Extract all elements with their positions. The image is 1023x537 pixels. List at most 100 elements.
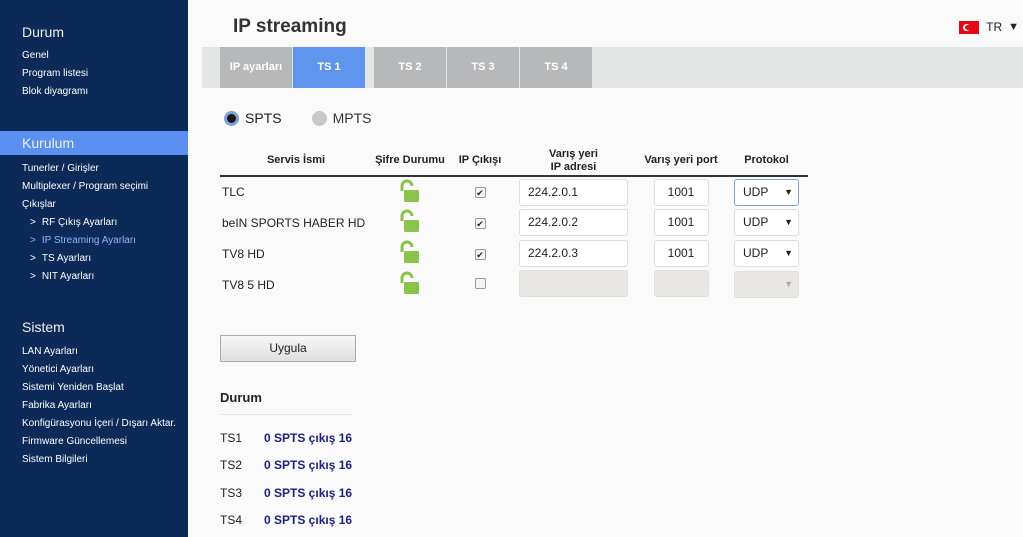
dst-ip-cell: 224.2.0.1 [510, 176, 637, 207]
ip-output-checkbox[interactable]: ✔ [474, 248, 486, 260]
sidebar-item-yeniden-baslat[interactable]: Sistemi Yeniden Başlat [0, 379, 188, 397]
service-name: TV8 5 HD [222, 277, 275, 292]
col-header-dst-ip-line2: IP adresi [550, 160, 597, 173]
radio-unselected-icon [311, 110, 327, 126]
sidebar-item-konfigurasyon[interactable]: Konfigürasyonu İçeri / Dışarı Aktar. [0, 415, 188, 433]
dst-ip-input[interactable] [519, 269, 628, 297]
table-row: beIN SPORTS HABER HD ✔ 224.2.0.2 1001 UDP ▼ [220, 207, 808, 238]
sidebar-item-cikislar[interactable]: Çıkışlar [0, 196, 188, 214]
sidebar-item-label: IP Streaming Ayarları [41, 235, 136, 246]
ip-output-cell: ✔ [450, 238, 510, 269]
protocol-cell: UDP ▼ [725, 207, 808, 238]
sidebar-item-blok-diyagrami[interactable]: Blok diyagramı [0, 83, 188, 101]
caret-down-icon: ▼ [784, 279, 793, 289]
status-row: TS4 0 SPTS çıkış 16 [220, 513, 352, 527]
sidebar-section-durum: Durum Genel Program listesi Blok diyagra… [0, 20, 188, 101]
sidebar-item-lan[interactable]: LAN Ayarları [0, 343, 188, 361]
ip-output-checkbox[interactable]: ✔ [474, 187, 486, 198]
status-ts-label: TS4 [220, 512, 243, 527]
protocol-value: UDP [743, 184, 769, 199]
sidebar-item-nit-ayarlari[interactable]: > NIT Ayarları [0, 268, 188, 286]
ip-output-checkbox[interactable] [474, 277, 486, 289]
table-row: TV8 5 HD ▼ [220, 269, 808, 300]
protocol-select[interactable]: UDP ▼ [734, 209, 799, 236]
sidebar-item-program-listesi[interactable]: Program listesi [0, 65, 188, 83]
dst-ip-cell: 224.2.0.3 [510, 238, 637, 269]
unlocked-icon [370, 238, 450, 269]
chevron-right-icon: > [30, 271, 36, 282]
sidebar-item-sistem-bilgileri[interactable]: Sistem Bilgileri [0, 451, 188, 469]
ip-output-checkbox[interactable]: ✔ [474, 217, 486, 229]
sidebar-heading-kurulum[interactable]: Kurulum [0, 131, 188, 155]
status-row: TS2 0 SPTS çıkış 16 [220, 458, 352, 472]
sidebar-heading-sistem[interactable]: Sistem [0, 315, 188, 339]
chevron-right-icon: > [30, 217, 36, 228]
tab-ts1[interactable]: TS 1 [293, 47, 365, 88]
stream-mode-group: SPTS MPTS [224, 110, 401, 126]
language-selector[interactable]: TR ▼ [959, 20, 1019, 34]
sidebar-item-label: RF Çıkış Ayarları [41, 217, 118, 228]
protocol-select[interactable]: UDP ▼ [734, 240, 799, 267]
tab-ts3[interactable]: TS 3 [447, 47, 519, 88]
tab-ip-ayarlari[interactable]: IP ayarları [220, 47, 292, 88]
status-ts-value: 0 SPTS çıkış 16 [264, 512, 353, 527]
protocol-select[interactable]: UDP ▼ [734, 178, 799, 206]
table-header-row: Servis İsmi Şifre Durumu IP Çıkışı Varış… [220, 146, 808, 177]
dst-port-input[interactable] [653, 269, 709, 297]
sidebar-item-tunerler[interactable]: Tunerler / Girişler [0, 160, 188, 178]
sidebar-item-label: TS Ayarları [41, 253, 92, 264]
status-ts-value: 0 SPTS çıkış 16 [264, 431, 353, 445]
sidebar-item-ip-streaming[interactable]: > IP Streaming Ayarları [0, 232, 188, 250]
col-header-ip-output: IP Çıkışı [450, 146, 510, 177]
radio-selected-icon [224, 110, 239, 126]
sidebar-item-ts-ayarlari[interactable]: > TS Ayarları [0, 250, 188, 268]
col-header-dst-ip: Varış yeri IP adresi [510, 146, 637, 177]
status-divider [220, 414, 352, 415]
table-row: TLC ✔ 224.2.0.1 1001 UDP ▼ [220, 176, 808, 207]
protocol-cell: ▼ [725, 269, 808, 300]
unlocked-icon [370, 269, 450, 300]
radio-mpts[interactable]: MPTS [311, 110, 371, 126]
service-table: Servis İsmi Şifre Durumu IP Çıkışı Varış… [220, 146, 808, 300]
dst-port-cell: 1001 [637, 176, 725, 207]
sidebar-item-genel[interactable]: Genel [0, 47, 188, 65]
protocol-cell: UDP ▼ [725, 238, 808, 269]
sidebar-item-rf-cikis[interactable]: > RF Çıkış Ayarları [0, 214, 188, 232]
status-ts-value: 0 SPTS çıkış 16 [264, 458, 353, 473]
sidebar-item-firmware[interactable]: Firmware Güncellemesi [0, 433, 188, 451]
dst-ip-input[interactable]: 224.2.0.3 [519, 240, 628, 267]
status-ts-label: TS1 [220, 431, 243, 445]
apply-button[interactable]: Uygula [220, 335, 356, 362]
status-ts-value: 0 SPTS çıkış 16 [264, 485, 353, 500]
turkey-flag-icon [959, 20, 980, 34]
service-name: beIN SPORTS HABER HD [222, 215, 366, 230]
dst-ip-input[interactable]: 224.2.0.1 [519, 178, 628, 206]
sidebar-item-yonetici[interactable]: Yönetici Ayarları [0, 361, 188, 379]
sidebar: Durum Genel Program listesi Blok diyagra… [0, 0, 188, 537]
status-ts-label: TS3 [220, 485, 243, 500]
col-header-name: Servis İsmi [220, 146, 370, 177]
dst-port-input[interactable]: 1001 [653, 209, 709, 236]
sidebar-item-fabrika[interactable]: Fabrika Ayarları [0, 397, 188, 415]
tab-ts4[interactable]: TS 4 [520, 47, 592, 88]
dst-port-cell: 1001 [637, 207, 725, 238]
dst-ip-cell [510, 269, 637, 300]
protocol-select[interactable]: ▼ [734, 271, 799, 298]
radio-label: SPTS [245, 110, 282, 126]
dst-port-input[interactable]: 1001 [653, 178, 709, 206]
language-label: TR [986, 20, 1003, 34]
sidebar-item-multiplexer[interactable]: Multiplexer / Program seçimi [0, 178, 188, 196]
sidebar-item-label: NIT Ayarları [41, 271, 95, 282]
main-content: IP streaming TR ▼ IP ayarları TS 1 TS 2 … [188, 0, 1023, 537]
dst-ip-input[interactable]: 224.2.0.2 [519, 209, 628, 236]
chevron-right-icon: > [30, 253, 36, 264]
status-ts-label: TS2 [220, 458, 243, 473]
protocol-value: UDP [743, 246, 769, 260]
dst-port-input[interactable]: 1001 [653, 240, 709, 267]
sidebar-section-kurulum: Kurulum Tunerler / Girişler Multiplexer … [0, 131, 188, 286]
tab-ts2[interactable]: TS 2 [374, 47, 446, 88]
sidebar-heading-durum[interactable]: Durum [0, 20, 188, 44]
col-header-protocol: Protokol [725, 146, 808, 177]
unlocked-icon [370, 176, 450, 207]
radio-spts[interactable]: SPTS [224, 110, 282, 126]
